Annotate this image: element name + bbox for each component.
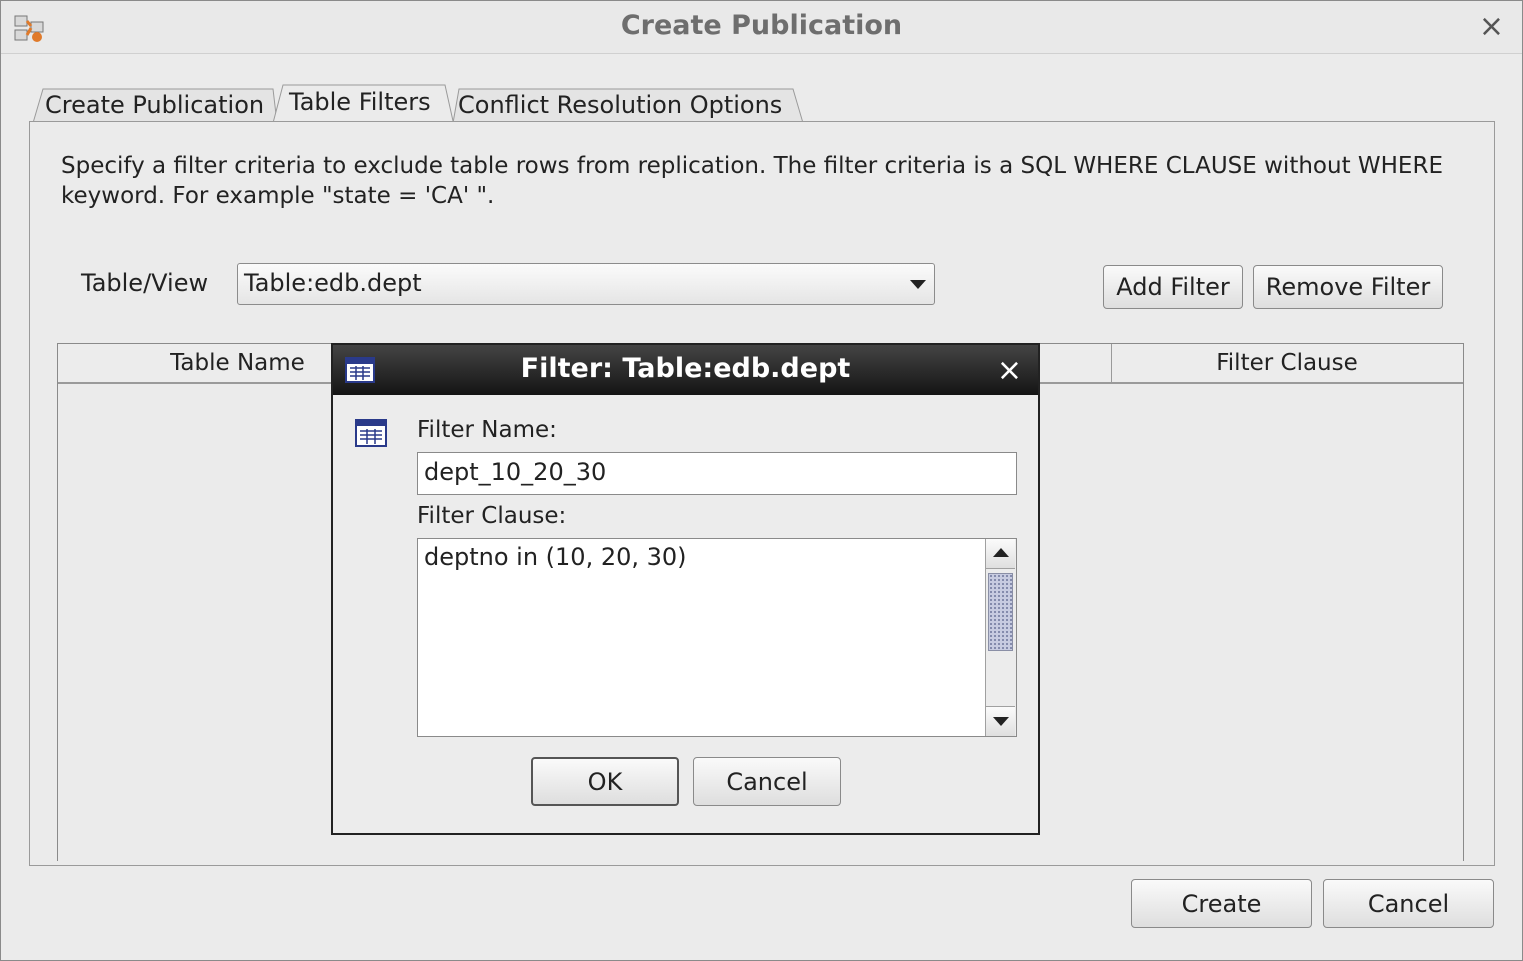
arrow-up-icon <box>993 548 1009 557</box>
filter-dialog-title-bar[interactable]: Filter: Table:edb.dept × <box>333 345 1038 395</box>
window-title: Create Publication <box>620 10 903 41</box>
filter-name-value: dept_10_20_30 <box>424 458 607 486</box>
vertical-scrollbar[interactable] <box>985 539 1016 736</box>
filter-dialog: Filter: Table:edb.dept × Filter Name: de… <box>331 343 1040 835</box>
table-icon <box>355 419 387 447</box>
tab-create-publication[interactable]: Create Publication <box>45 87 264 123</box>
scroll-thumb[interactable] <box>988 573 1013 651</box>
arrow-down-icon <box>993 717 1009 726</box>
create-publication-window: Create Publication × Create Publication … <box>0 0 1523 961</box>
cancel-button[interactable]: Cancel <box>1323 879 1494 928</box>
filter-description: Specify a filter criteria to exclude tab… <box>61 153 1443 209</box>
close-icon[interactable]: × <box>997 353 1022 388</box>
scroll-up-button[interactable] <box>986 539 1015 569</box>
filter-name-field[interactable]: dept_10_20_30 <box>417 452 1017 495</box>
tab-table-filters[interactable]: Table Filters <box>289 84 431 120</box>
table-view-dropdown[interactable]: Table:edb.dept <box>237 263 935 305</box>
filter-name-label: Filter Name: <box>417 417 557 443</box>
ok-button[interactable]: OK <box>531 757 679 806</box>
filter-clause-label: Filter Clause: <box>417 503 567 529</box>
scroll-down-button[interactable] <box>986 706 1015 736</box>
close-icon[interactable]: × <box>1479 11 1504 43</box>
table-view-label: Table/View <box>81 269 209 297</box>
dialog-cancel-button[interactable]: Cancel <box>693 757 841 806</box>
tab-conflict-resolution-options[interactable]: Conflict Resolution Options <box>458 87 782 123</box>
filter-clause-textarea[interactable]: deptno in (10, 20, 30) <box>417 538 1017 737</box>
chevron-down-icon <box>910 280 926 289</box>
table-view-value: Table:edb.dept <box>244 269 422 297</box>
filter-dialog-title: Filter: Table:edb.dept <box>520 353 851 384</box>
remove-filter-button[interactable]: Remove Filter <box>1253 265 1443 309</box>
column-header-filter-clause[interactable]: Filter Clause <box>1112 344 1462 382</box>
create-button[interactable]: Create <box>1131 879 1312 928</box>
add-filter-button[interactable]: Add Filter <box>1103 265 1243 309</box>
filter-clause-value: deptno in (10, 20, 30) <box>424 543 687 571</box>
title-bar[interactable]: Create Publication × <box>1 1 1522 54</box>
